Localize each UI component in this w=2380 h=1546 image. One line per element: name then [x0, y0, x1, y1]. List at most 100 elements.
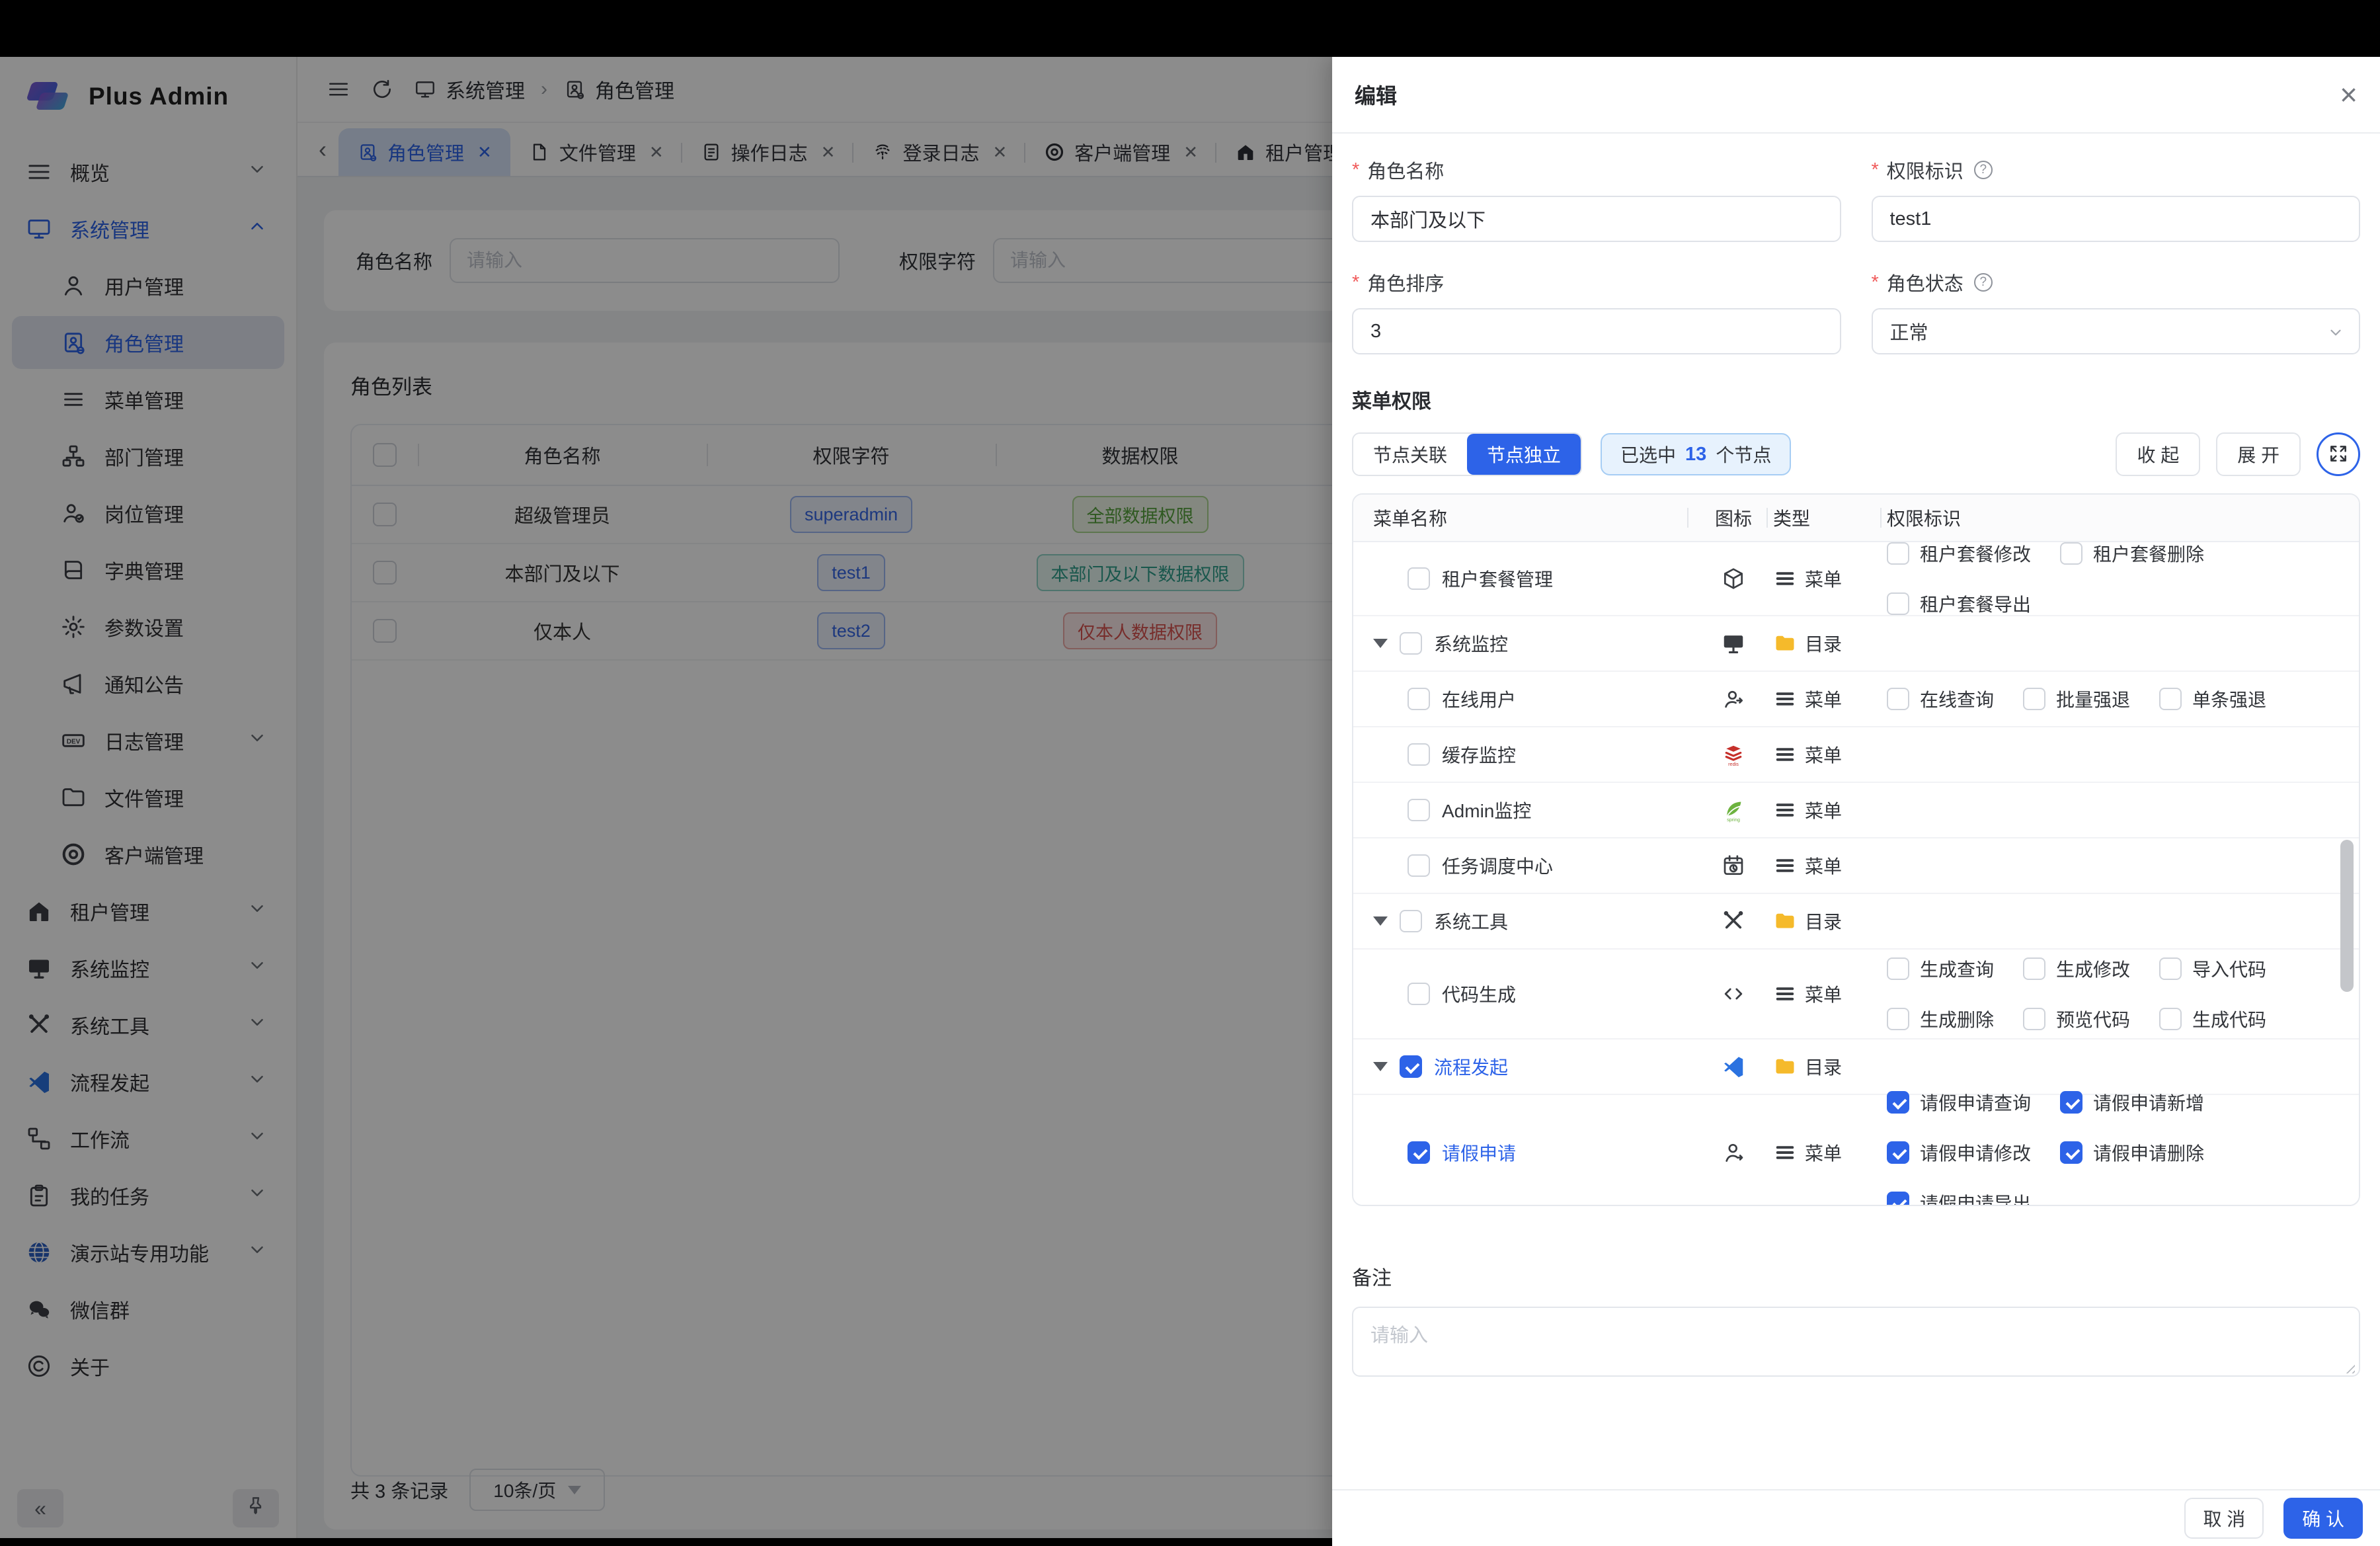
- drawer-body: *角色名称 *权限标识? *角色排序 *角色状态? 菜单权限: [1332, 134, 2380, 1489]
- perm-checkbox[interactable]: [2159, 957, 2182, 980]
- perm-checkbox[interactable]: [1887, 688, 1909, 710]
- tree-node-label: 系统监控: [1434, 630, 1508, 657]
- redis-icon: redis: [1721, 742, 1746, 767]
- close-icon[interactable]: ×: [2340, 79, 2358, 110]
- perm-checkbox[interactable]: [2159, 688, 2182, 710]
- tree-node-label: 租户套餐管理: [1442, 565, 1553, 592]
- fullscreen-icon: [2328, 443, 2349, 466]
- tools-icon: [1721, 909, 1746, 934]
- perm-checkbox[interactable]: [2023, 957, 2045, 980]
- tree-node-label: 流程发起: [1434, 1053, 1508, 1080]
- role-status-select[interactable]: [1872, 308, 2361, 354]
- perm-checkbox[interactable]: [1887, 1141, 1909, 1164]
- perm-option[interactable]: 租户套餐修改: [1887, 540, 2031, 567]
- tree-node-label: 缓存监控: [1442, 741, 1516, 768]
- folder-filled-icon: [1773, 1055, 1797, 1078]
- required-asterisk: *: [1352, 272, 1359, 294]
- perm-option[interactable]: 生成删除: [1887, 1006, 1994, 1032]
- perm-checkbox[interactable]: [2060, 542, 2082, 565]
- tree-node-checkbox[interactable]: [1408, 983, 1430, 1005]
- perm-option[interactable]: 生成查询: [1887, 956, 1994, 982]
- tree-scrollbar[interactable]: [2340, 499, 2354, 1201]
- perm-checkbox[interactable]: [2023, 688, 2045, 710]
- drawer-title: 编辑: [1355, 79, 1397, 110]
- perm-option[interactable]: 在线查询: [1887, 686, 1994, 712]
- perm-option[interactable]: 单条强退: [2159, 686, 2266, 712]
- cancel-button[interactable]: 取 消: [2184, 1498, 2264, 1539]
- tree-node-checkbox[interactable]: [1408, 567, 1430, 590]
- perm-checkbox[interactable]: [2060, 1091, 2082, 1114]
- tree-row: 系统工具 目录: [1353, 894, 2359, 950]
- perm-flag-input[interactable]: [1872, 196, 2361, 242]
- perm-option[interactable]: 请假申请删除: [2060, 1139, 2204, 1166]
- perm-option[interactable]: 请假申请修改: [1887, 1139, 2031, 1166]
- vscode-icon: [1721, 1054, 1746, 1079]
- perm-checkbox[interactable]: [1887, 1008, 1909, 1030]
- role-name-input[interactable]: [1352, 196, 1841, 242]
- screen: Plus Admin 概览系统管理用户管理角色管理菜单管理部门管理岗位管理字典管…: [0, 0, 2380, 1546]
- tree-node-checkbox[interactable]: [1400, 910, 1422, 932]
- tree-node-label: 在线用户: [1442, 686, 1516, 712]
- help-icon[interactable]: ?: [1974, 161, 1993, 179]
- field-role-status: *角色状态?: [1872, 268, 2361, 354]
- required-asterisk: *: [1352, 159, 1359, 181]
- tree-row: 在线用户 菜单 在线查询批量强退单条强退: [1353, 672, 2359, 727]
- collapse-all-button[interactable]: 收 起: [2116, 432, 2200, 476]
- chevron-down-icon: [2327, 324, 2344, 345]
- tree-node-label: Admin监控: [1442, 797, 1531, 823]
- tree-node-checkbox[interactable]: [1408, 854, 1430, 877]
- perm-option[interactable]: 预览代码: [2023, 1006, 2130, 1032]
- tree-row: Admin监控 spring 菜单: [1353, 783, 2359, 838]
- remark-textarea[interactable]: [1352, 1307, 2360, 1377]
- tree-node-label: 任务调度中心: [1442, 852, 1553, 879]
- perm-option[interactable]: 批量强退: [2023, 686, 2130, 712]
- perm-checkbox[interactable]: [1887, 957, 1909, 980]
- node-mode-option[interactable]: 节点独立: [1467, 434, 1581, 475]
- tree-node-checkbox[interactable]: [1408, 1141, 1430, 1164]
- expand-triangle-icon[interactable]: [1373, 916, 1388, 926]
- menu-lines-icon: [1773, 798, 1797, 822]
- field-perm-flag: *权限标识?: [1872, 156, 2361, 242]
- scrollbar-thumb[interactable]: [2340, 840, 2354, 992]
- perm-checkbox[interactable]: [1887, 542, 1909, 565]
- expand-triangle-icon[interactable]: [1373, 1062, 1388, 1071]
- remark-label: 备注: [1352, 1262, 2360, 1291]
- leave-user-icon: [1721, 1140, 1746, 1165]
- perm-checkbox[interactable]: [2023, 1008, 2045, 1030]
- expand-triangle-icon[interactable]: [1373, 639, 1388, 648]
- perm-checkbox[interactable]: [2159, 1008, 2182, 1030]
- perm-checkbox[interactable]: [1887, 592, 1909, 615]
- tree-node-checkbox[interactable]: [1400, 632, 1422, 655]
- perm-checkbox[interactable]: [2060, 1141, 2082, 1164]
- confirm-button[interactable]: 确 认: [2283, 1498, 2363, 1539]
- tree-node-checkbox[interactable]: [1408, 799, 1430, 821]
- perm-checkbox[interactable]: [1887, 1192, 1909, 1206]
- fullscreen-button[interactable]: [2317, 432, 2360, 476]
- tree-row: 任务调度中心 菜单: [1353, 838, 2359, 894]
- tree-node-checkbox[interactable]: [1408, 743, 1430, 766]
- help-icon[interactable]: ?: [1974, 273, 1993, 292]
- menu-lines-icon: [1773, 687, 1797, 711]
- tree-node-checkbox[interactable]: [1408, 688, 1430, 710]
- perm-option[interactable]: 导入代码: [2159, 956, 2266, 982]
- perm-checkbox[interactable]: [1887, 1091, 1909, 1114]
- monitor-filled-icon: [1721, 631, 1746, 656]
- menu-lines-icon: [1773, 982, 1797, 1006]
- perm-option[interactable]: 请假申请查询: [1887, 1089, 2031, 1116]
- svg-text:spring: spring: [1727, 817, 1740, 823]
- menu-lines-icon: [1773, 567, 1797, 590]
- folder-filled-icon: [1773, 631, 1797, 655]
- tree-node-checkbox[interactable]: [1400, 1055, 1422, 1078]
- perm-option[interactable]: 生成修改: [2023, 956, 2130, 982]
- code-icon: [1721, 981, 1746, 1006]
- node-mode-option[interactable]: 节点关联: [1353, 434, 1467, 475]
- perm-option[interactable]: 请假申请导出: [1887, 1190, 2031, 1206]
- spring-icon: spring: [1721, 797, 1746, 823]
- field-role-sort: *角色排序: [1352, 268, 1841, 354]
- perm-option[interactable]: 请假申请新增: [2060, 1089, 2204, 1116]
- role-sort-input[interactable]: [1352, 308, 1841, 354]
- perm-option[interactable]: 租户套餐删除: [2060, 540, 2204, 567]
- perm-option[interactable]: 租户套餐导出: [1887, 590, 2031, 617]
- perm-option[interactable]: 生成代码: [2159, 1006, 2266, 1032]
- expand-all-button[interactable]: 展 开: [2216, 432, 2301, 476]
